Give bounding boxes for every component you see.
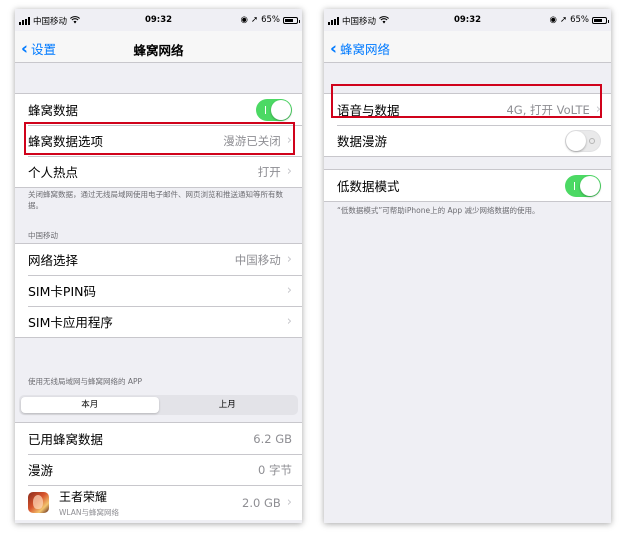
usage-group: 已用蜂窝数据 6.2 GB 漫游 0 字节 王者荣耀 WLAN与蜂窝网络 2.0… [15, 422, 302, 520]
app-usage-row[interactable]: 王者荣耀 WLAN与蜂窝网络 2.0 GB › [15, 485, 302, 520]
page-title: 蜂窝网络 [133, 43, 184, 58]
voice-data-group: 语音与数据 4G, 打开 VoLTE › 数据漫游 [324, 93, 611, 157]
cellular-usage-row: 已用蜂窝数据 6.2 GB [15, 423, 302, 454]
roaming-usage-row: 漫游 0 字节 [15, 454, 302, 485]
back-label: 蜂窝网络 [340, 42, 391, 57]
location-icon: ➚ [250, 15, 259, 25]
segment-this-month[interactable]: 本月 [21, 397, 159, 413]
sim-applications-label: SIM卡应用程序 [28, 315, 113, 330]
personal-hotspot-value: 打开 [257, 164, 281, 179]
cellular-data-options-value: 漫游已关闭 [223, 133, 281, 148]
cellular-data-options-row[interactable]: 蜂窝数据选项 漫游已关闭 › [15, 125, 302, 156]
battery-percent: 65% [570, 15, 589, 25]
app-subtitle: WLAN与蜂窝网络 [59, 507, 120, 517]
battery-percent: 65% [261, 15, 280, 25]
cellular-footnote: 关闭蜂窝数据，通过无线局域网使用电子邮件、网页浏览和推送通知等所有数据。 [28, 190, 283, 210]
app-usage-value: 2.0 GB [242, 495, 281, 510]
cellular-usage-label: 已用蜂窝数据 [28, 432, 104, 447]
chevron-right-icon: › [286, 133, 292, 148]
chevron-right-icon: › [286, 252, 292, 267]
chevron-right-icon: › [286, 283, 292, 298]
data-roaming-row: 数据漫游 [324, 125, 611, 156]
low-data-mode-row: 低数据模式 [324, 170, 611, 201]
back-button[interactable]: ‹ 蜂窝网络 [330, 39, 390, 58]
low-data-mode-label: 低数据模式 [337, 179, 400, 194]
sim-applications-row[interactable]: SIM卡应用程序 › [15, 306, 302, 337]
network-selection-value: 中国移动 [234, 252, 281, 267]
low-data-mode-footnote: “低数据模式”可帮助iPhone上的 App 减少网络数据的使用。 [337, 206, 540, 215]
personal-hotspot-row[interactable]: 个人热点 打开 › [15, 156, 302, 187]
orientation-lock-icon: ◉ [240, 15, 248, 25]
status-bar: 中国移动 09:32 ◉ ➚ 65% [15, 9, 302, 31]
data-roaming-label: 数据漫游 [337, 134, 388, 149]
status-bar: 中国移动 09:32 ◉ ➚ 65% [324, 9, 611, 31]
usage-section-header: 使用无线局域网与蜂窝网络的 APP [28, 377, 143, 386]
sim-settings-group: 网络选择 中国移动 › SIM卡PIN码 › SIM卡应用程序 › [15, 243, 302, 338]
left-phone-screen: 中国移动 09:32 ◉ ➚ 65% ‹ 设置 蜂窝网络 蜂窝数据 蜂窝数据选项… [15, 9, 302, 523]
network-selection-row[interactable]: 网络选择 中国移动 › [15, 244, 302, 275]
data-roaming-toggle[interactable] [565, 129, 601, 152]
cellular-data-toggle[interactable] [256, 98, 292, 121]
voice-and-data-row[interactable]: 语音与数据 4G, 打开 VoLTE › [324, 94, 611, 125]
chevron-right-icon: › [286, 164, 292, 179]
app-name: 王者荣耀 [59, 489, 108, 504]
cellular-data-options-label: 蜂窝数据选项 [28, 134, 104, 149]
sim-pin-row[interactable]: SIM卡PIN码 › [15, 275, 302, 306]
battery-icon [283, 16, 300, 24]
chevron-right-icon: › [286, 495, 292, 510]
network-selection-label: 网络选择 [28, 253, 79, 268]
battery-icon [592, 16, 609, 24]
sim-pin-label: SIM卡PIN码 [28, 284, 96, 299]
cellular-usage-value: 6.2 GB [253, 431, 292, 446]
cellular-data-label: 蜂窝数据 [28, 103, 79, 118]
segment-last-month[interactable]: 上月 [159, 397, 297, 413]
navigation-bar: ‹ 设置 蜂窝网络 [15, 31, 302, 63]
carrier-section-header: 中国移动 [28, 231, 58, 240]
cellular-settings-group: 蜂窝数据 蜂窝数据选项 漫游已关闭 › 个人热点 打开 › [15, 93, 302, 188]
chevron-right-icon: › [595, 102, 601, 117]
chevron-right-icon: › [286, 314, 292, 329]
right-phone-screen: 中国移动 09:32 ◉ ➚ 65% ‹ 蜂窝网络 语音与数据 4G, 打开 V… [324, 9, 611, 523]
location-icon: ➚ [559, 15, 568, 25]
voice-and-data-value: 4G, 打开 VoLTE [506, 102, 590, 117]
cellular-data-row: 蜂窝数据 [15, 94, 302, 125]
orientation-lock-icon: ◉ [549, 15, 557, 25]
honor-of-kings-app-icon [28, 492, 49, 513]
navigation-bar: ‹ 蜂窝网络 [324, 31, 611, 63]
roaming-usage-label: 漫游 [28, 463, 54, 478]
low-data-mode-toggle[interactable] [565, 174, 601, 197]
low-data-mode-group: 低数据模式 [324, 169, 611, 202]
chevron-left-icon: ‹ [330, 38, 338, 59]
voice-and-data-label: 语音与数据 [337, 103, 400, 118]
period-segmented-control: 本月 上月 [19, 395, 298, 415]
roaming-usage-value: 0 字节 [258, 462, 292, 477]
personal-hotspot-label: 个人热点 [28, 165, 79, 180]
